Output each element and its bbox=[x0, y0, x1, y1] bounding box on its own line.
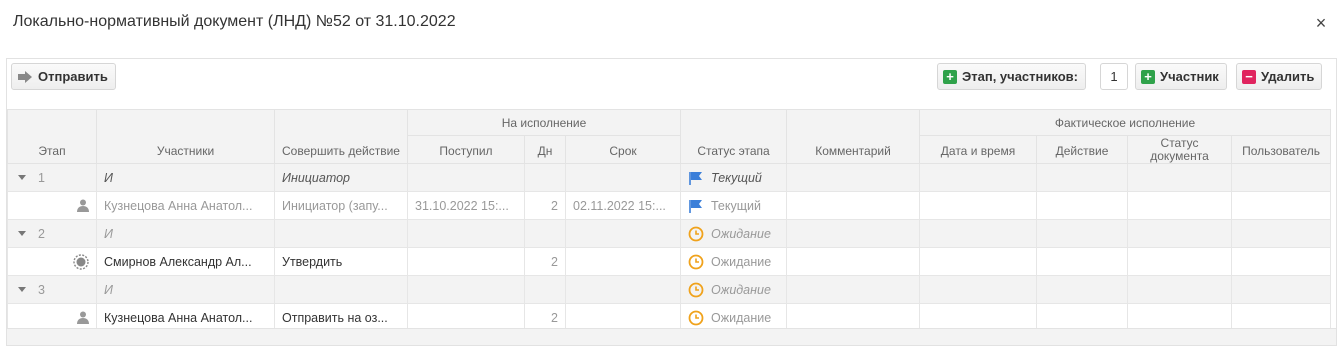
received-cell bbox=[407, 247, 525, 276]
deadline-cell bbox=[565, 275, 681, 304]
deadline-cell bbox=[565, 247, 681, 276]
clock-icon bbox=[688, 310, 704, 325]
delete-label: Удалить bbox=[1261, 69, 1315, 84]
col-group-actual: Фактическое исполнение bbox=[918, 109, 1332, 136]
add-stage-label: Этап, участников: bbox=[962, 69, 1078, 84]
stage-action bbox=[274, 219, 408, 248]
stage-number: 1 bbox=[38, 170, 45, 185]
col-header-datetime[interactable]: Дата и время bbox=[919, 135, 1037, 164]
col-header-user[interactable]: Пользователь bbox=[1230, 135, 1332, 164]
add-stage-button[interactable]: + Этап, участников: bbox=[937, 63, 1086, 90]
col-header-days[interactable]: Дн bbox=[524, 135, 566, 164]
flag-icon bbox=[689, 199, 702, 213]
plus-icon: + bbox=[1141, 69, 1155, 84]
arrow-right-icon bbox=[17, 70, 33, 84]
participant-status: Ожидание bbox=[711, 310, 772, 325]
received-cell bbox=[407, 163, 525, 192]
table-row-stage[interactable]: 1 И Инициатор Текущий bbox=[7, 163, 1332, 192]
route-table: Этап Участники Совершить действие На исп… bbox=[7, 109, 1332, 332]
col-header-stage[interactable]: Этап bbox=[7, 109, 97, 164]
participant-action: Утвердить bbox=[274, 247, 408, 276]
col-header-stage-status[interactable]: Статус этапа bbox=[680, 109, 787, 164]
delete-button[interactable]: − Удалить bbox=[1236, 63, 1323, 90]
table-row-stage[interactable]: 3 И Ожидание bbox=[7, 275, 1332, 304]
col-header-doc-status-label: Статус документа bbox=[1150, 136, 1209, 163]
col-header-participants[interactable]: Участники bbox=[96, 109, 275, 164]
gear-icon bbox=[73, 253, 89, 270]
participant-name: Смирнов Александр Ал... bbox=[96, 247, 275, 276]
col-header-deadline[interactable]: Срок bbox=[565, 135, 681, 164]
send-button-label: Отправить bbox=[38, 69, 108, 84]
deadline-cell bbox=[565, 163, 681, 192]
minus-icon: − bbox=[1242, 69, 1256, 84]
clock-icon bbox=[688, 226, 704, 241]
days-cell bbox=[524, 219, 566, 248]
clock-icon bbox=[688, 282, 704, 297]
send-button[interactable]: Отправить bbox=[11, 63, 116, 90]
plus-icon: + bbox=[943, 69, 957, 84]
deadline-cell: 02.11.2022 15:... bbox=[565, 191, 681, 220]
received-cell: 31.10.2022 15:... bbox=[407, 191, 525, 220]
user-icon bbox=[77, 199, 89, 212]
user-icon bbox=[77, 311, 89, 324]
stage-participant: И bbox=[96, 219, 275, 248]
stage-status: Ожидание bbox=[711, 226, 771, 241]
stage-action: Инициатор bbox=[274, 163, 408, 192]
table-footer bbox=[7, 328, 1336, 345]
received-cell bbox=[407, 275, 525, 304]
stage-number: 3 bbox=[38, 282, 45, 297]
table-row-stage[interactable]: 2 И Ожидание bbox=[7, 219, 1332, 248]
chevron-down-icon[interactable] bbox=[18, 287, 26, 292]
col-header-doc-status[interactable]: Статус документа bbox=[1127, 135, 1232, 164]
add-participant-button[interactable]: + Участник bbox=[1135, 63, 1227, 90]
participant-status: Ожидание bbox=[711, 254, 772, 269]
stage-number: 2 bbox=[38, 226, 45, 241]
stage-status: Ожидание bbox=[711, 282, 771, 297]
participant-name: Кузнецова Анна Анатол... bbox=[96, 191, 275, 220]
deadline-cell bbox=[565, 219, 681, 248]
days-cell bbox=[524, 163, 566, 192]
days-cell bbox=[524, 275, 566, 304]
stage-participant: И bbox=[96, 275, 275, 304]
dialog-title: Локально-нормативный документ (ЛНД) №52 … bbox=[13, 13, 456, 30]
add-participant-label: Участник bbox=[1160, 69, 1219, 84]
stage-participants-count[interactable]: 1 bbox=[1100, 63, 1128, 90]
col-header-action-done[interactable]: Действие bbox=[1036, 135, 1128, 164]
table-row-participant[interactable]: Кузнецова Анна Анатол... Инициатор (запу… bbox=[7, 191, 1332, 220]
col-header-received[interactable]: Поступил bbox=[407, 135, 525, 164]
route-panel: Отправить + Этап, участников: 1 + Участн… bbox=[6, 58, 1337, 346]
col-header-action[interactable]: Совершить действие bbox=[274, 109, 408, 164]
participant-action: Инициатор (запу... bbox=[274, 191, 408, 220]
chevron-down-icon[interactable] bbox=[18, 175, 26, 180]
participant-status: Текущий bbox=[711, 198, 761, 213]
col-header-action-label: Совершить действие bbox=[282, 144, 400, 158]
stage-participant: И bbox=[96, 163, 275, 192]
dialog-titlebar: Локально-нормативный документ (ЛНД) №52 … bbox=[0, 0, 1337, 48]
close-icon[interactable]: × bbox=[1311, 12, 1331, 34]
clock-icon bbox=[688, 254, 704, 269]
stage-action bbox=[274, 275, 408, 304]
received-cell bbox=[407, 219, 525, 248]
table-row-participant[interactable]: Смирнов Александр Ал... Утвердить 2 Ожид… bbox=[7, 247, 1332, 276]
days-cell: 2 bbox=[524, 191, 566, 220]
stage-status: Текущий bbox=[711, 170, 762, 185]
flag-icon bbox=[689, 171, 702, 185]
days-cell: 2 bbox=[524, 247, 566, 276]
toolbar: Отправить + Этап, участников: 1 + Участн… bbox=[7, 59, 1336, 107]
chevron-down-icon[interactable] bbox=[18, 231, 26, 236]
col-group-execution: На исполнение bbox=[407, 109, 681, 136]
col-header-comment[interactable]: Комментарий bbox=[786, 109, 920, 164]
